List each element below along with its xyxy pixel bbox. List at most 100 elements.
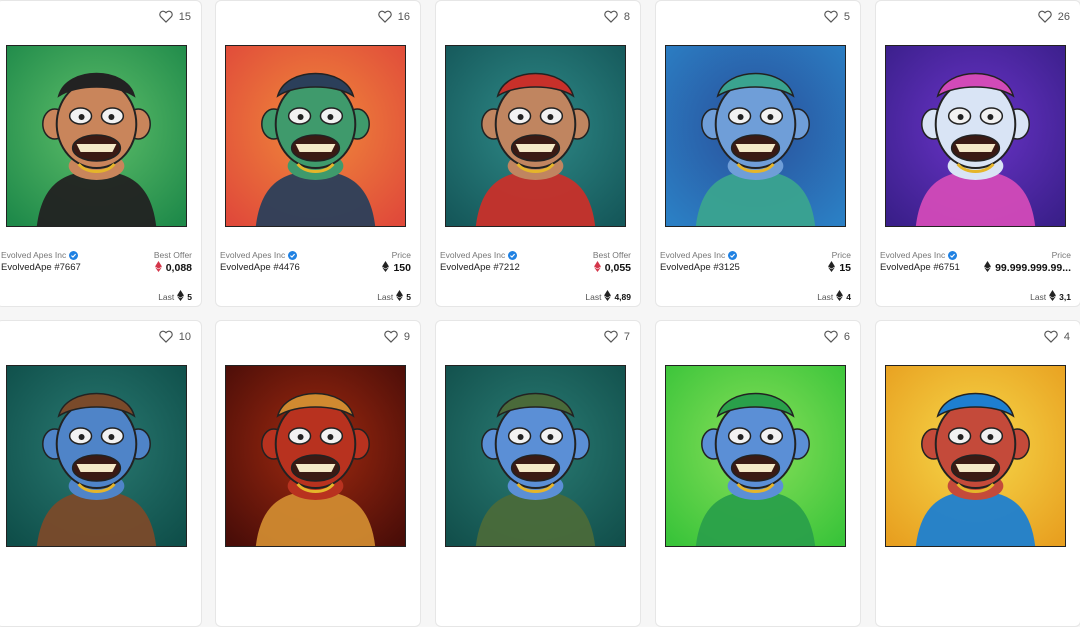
ethereum-icon — [836, 290, 844, 303]
heart-outline-icon[interactable] — [824, 10, 838, 23]
ethereum-icon — [604, 290, 612, 303]
price-label: Price — [831, 250, 851, 260]
ethereum-icon — [1049, 290, 1057, 303]
price-amount: 0,088 — [165, 262, 192, 274]
last-price: 3,1 — [1059, 291, 1071, 302]
nft-image[interactable] — [885, 45, 1066, 227]
heart-outline-icon[interactable] — [384, 330, 398, 343]
nft-image[interactable] — [665, 45, 846, 227]
collection-label: Evolved Apes Inc — [440, 250, 506, 260]
like-button[interactable]: 10 — [158, 330, 191, 343]
heart-outline-icon[interactable] — [824, 330, 838, 343]
like-button[interactable]: 7 — [604, 330, 630, 343]
nft-card[interactable]: 15 Evolved Apes Inc Best Offer EvolvedAp… — [0, 0, 202, 307]
collection-label: Evolved Apes Inc — [880, 250, 946, 260]
ethereum-icon — [382, 261, 390, 275]
like-button[interactable]: 15 — [158, 10, 191, 23]
last-price: 5 — [406, 291, 411, 302]
price-value: 0,055 — [593, 261, 631, 275]
last-sale: Last 4,89 — [585, 290, 631, 303]
last-label: Last — [817, 291, 834, 302]
nft-card[interactable]: 16 Evolved Apes Inc Price EvolvedApe #44… — [215, 0, 421, 307]
like-count: 8 — [623, 10, 630, 23]
like-count: 5 — [843, 10, 850, 23]
collection-name[interactable]: Evolved Apes Inc — [880, 250, 958, 260]
like-count: 7 — [623, 330, 630, 343]
heart-outline-icon[interactable] — [377, 10, 392, 23]
price-value: 150 — [382, 261, 411, 275]
price-amount: 150 — [393, 262, 411, 274]
last-price: 5 — [187, 291, 192, 302]
token-name[interactable]: EvolvedApe #6751 — [880, 262, 960, 273]
nft-card[interactable]: 8 Evolved Apes Inc Best Offer EvolvedApe… — [435, 0, 641, 307]
token-name[interactable]: EvolvedApe #4476 — [220, 262, 300, 273]
last-label: Last — [377, 291, 394, 302]
price-amount: 0,055 — [604, 262, 631, 274]
last-sale: Last 4 — [817, 290, 851, 303]
collection-name[interactable]: Evolved Apes Inc — [660, 250, 738, 260]
last-label: Last — [1030, 291, 1047, 302]
nft-card[interactable]: 4 — [875, 320, 1080, 627]
nft-image[interactable] — [665, 365, 846, 547]
nft-image[interactable] — [225, 45, 406, 227]
like-count: 16 — [397, 10, 410, 23]
nft-image[interactable] — [225, 365, 406, 547]
heart-outline-icon[interactable] — [1037, 10, 1052, 23]
ethereum-icon — [593, 261, 601, 275]
heart-outline-icon[interactable] — [158, 330, 173, 343]
nft-card[interactable]: 5 Evolved Apes Inc Price EvolvedApe #312… — [655, 0, 861, 307]
like-count: 6 — [843, 330, 850, 343]
price-value: 15 — [828, 261, 851, 275]
last-price: 4 — [846, 291, 851, 302]
nft-card[interactable]: 26 Evolved Apes Inc Price EvolvedApe #67… — [875, 0, 1080, 307]
price-amount: 15 — [839, 262, 851, 274]
verified-check-icon — [948, 250, 958, 260]
like-count: 26 — [1057, 10, 1070, 23]
last-label: Last — [585, 291, 602, 302]
price-label: Price — [1051, 250, 1071, 260]
price-label: Best Offer — [153, 250, 192, 260]
verified-check-icon — [508, 250, 518, 260]
nft-image[interactable] — [6, 365, 187, 547]
verified-check-icon — [728, 250, 738, 260]
heart-outline-icon[interactable] — [604, 10, 618, 23]
verified-check-icon — [69, 250, 79, 260]
like-button[interactable]: 8 — [604, 10, 630, 23]
nft-card[interactable]: 9 — [215, 320, 421, 627]
like-button[interactable]: 6 — [824, 330, 850, 343]
price-value: 0,088 — [154, 261, 192, 275]
token-name[interactable]: EvolvedApe #7667 — [1, 262, 81, 273]
nft-card[interactable]: 7 — [435, 320, 641, 627]
like-button[interactable]: 4 — [1044, 330, 1070, 343]
like-button[interactable]: 9 — [384, 330, 410, 343]
last-sale: Last 5 — [377, 290, 411, 303]
nft-card[interactable]: 6 — [655, 320, 861, 627]
collection-label: Evolved Apes Inc — [220, 250, 286, 260]
like-button[interactable]: 5 — [824, 10, 850, 23]
heart-outline-icon[interactable] — [158, 10, 173, 23]
like-button[interactable]: 26 — [1037, 10, 1070, 23]
heart-outline-icon[interactable] — [604, 330, 618, 343]
price-value: 99.999.999.99... — [984, 261, 1071, 275]
nft-card[interactable]: 10 — [0, 320, 202, 627]
token-name[interactable]: EvolvedApe #3125 — [660, 262, 740, 273]
last-label: Last — [158, 291, 175, 302]
collection-name[interactable]: Evolved Apes Inc — [220, 250, 298, 260]
last-sale: Last 3,1 — [1030, 290, 1071, 303]
ethereum-icon — [828, 261, 836, 275]
verified-check-icon — [288, 250, 298, 260]
nft-image[interactable] — [445, 365, 626, 547]
like-count: 15 — [178, 10, 191, 23]
like-count: 9 — [403, 330, 410, 343]
heart-outline-icon[interactable] — [1044, 330, 1058, 343]
token-name[interactable]: EvolvedApe #7212 — [440, 262, 520, 273]
nft-image[interactable] — [6, 45, 187, 227]
like-button[interactable]: 16 — [377, 10, 410, 23]
last-price: 4,89 — [614, 291, 631, 302]
price-label: Price — [391, 250, 411, 260]
collection-name[interactable]: Evolved Apes Inc — [440, 250, 518, 260]
collection-name[interactable]: Evolved Apes Inc — [1, 250, 79, 260]
nft-image[interactable] — [885, 365, 1066, 547]
price-label: Best Offer — [592, 250, 631, 260]
nft-image[interactable] — [445, 45, 626, 227]
